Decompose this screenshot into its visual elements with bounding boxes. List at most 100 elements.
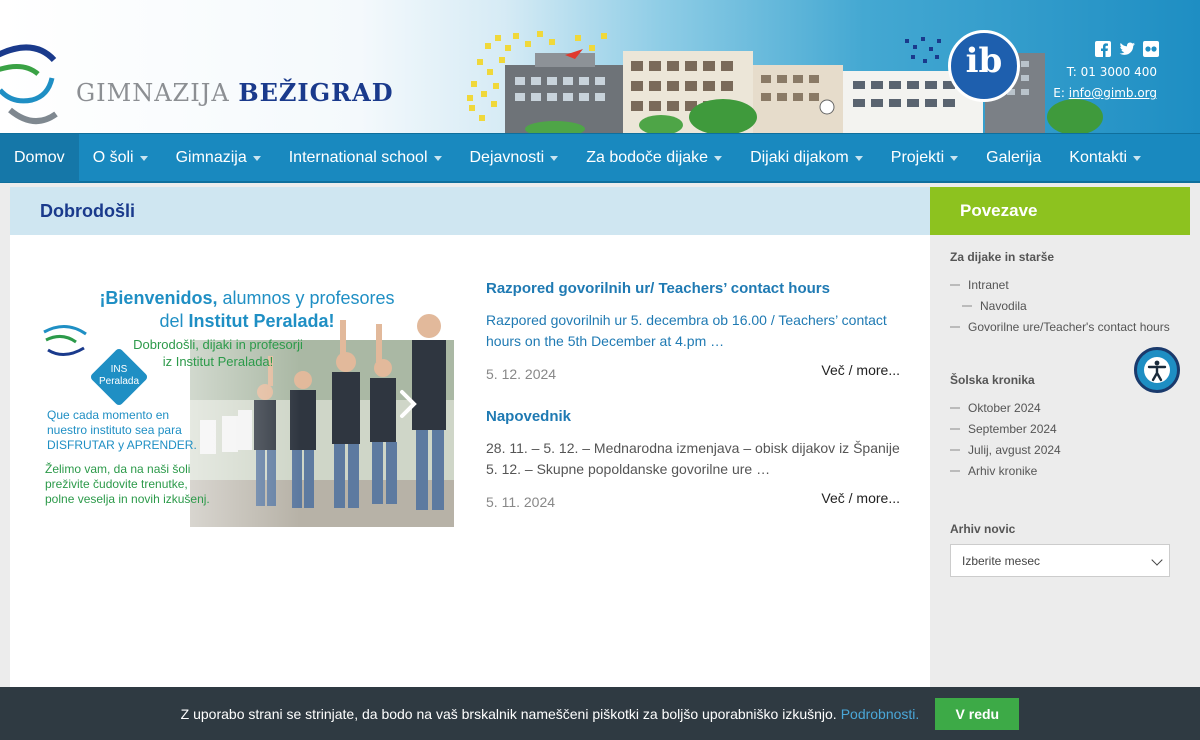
cookie-accept-button[interactable]: V redu — [935, 697, 1020, 730]
dash-icon — [950, 427, 960, 430]
facebook-icon[interactable] — [1095, 41, 1111, 57]
sidebar-link-label: September 2024 — [968, 422, 1057, 436]
dash-icon — [962, 304, 972, 307]
sidebar-link-label: Julij, avgust 2024 — [968, 443, 1061, 457]
slide-heading2-b: Institut Peralada! — [188, 311, 335, 331]
news-title-link[interactable]: Razpored govorilnih ur/ Teachers’ contac… — [486, 280, 900, 297]
news-excerpt: 28. 11. – 5. 12. – Mednarodna izmenjava … — [486, 440, 900, 477]
chevron-down-icon — [1133, 156, 1142, 161]
news-item: Napovednik 28. 11. – 5. 12. – Mednarodna… — [486, 408, 900, 514]
nav-item-label: Dejavnosti — [469, 148, 545, 166]
slide-subtitle-line1: Dobrodošli, dijaki in profesorji — [133, 337, 303, 352]
nav-item-label: Galerija — [986, 148, 1042, 166]
slide-es-line3: DISFRUTAR y APRENDER. — [47, 438, 197, 452]
school-logo-icon[interactable] — [0, 38, 62, 130]
read-more-link[interactable]: Več / more... — [821, 362, 900, 378]
news-date: 5. 12. 2024 — [486, 366, 557, 382]
image-slider[interactable]: ¡Bienvenidos, alumnos y profesores del I… — [40, 280, 454, 527]
news-title-link[interactable]: Napovednik — [486, 408, 900, 425]
chevron-down-icon — [252, 156, 261, 161]
news-excerpt: Razpored govorilnih ur 5. decembra ob 16… — [486, 312, 887, 349]
main-header-bar: Dobrodošli — [10, 187, 930, 235]
social-links — [1095, 41, 1159, 57]
accessibility-button[interactable] — [1134, 347, 1180, 393]
nav-item-label: Dijaki dijakom — [750, 148, 849, 166]
nav-item-gimnazija[interactable]: Gimnazija — [162, 134, 275, 182]
sidebar-link-navodila[interactable]: Navodila — [950, 296, 1170, 317]
sidebar-link-label: Oktober 2024 — [968, 401, 1041, 415]
sidebar-link-list: Oktober 2024 September 2024 Julij, avgus… — [950, 398, 1170, 482]
cookie-details-link[interactable]: Podrobnosti. — [841, 706, 920, 722]
sidebar-section-students: Za dijake in starše Intranet Navodila Go… — [930, 250, 1190, 338]
site-logo-text[interactable]: GIMNAZIJA BEŽIGRAD — [76, 78, 394, 107]
nav-item-label: Projekti — [890, 148, 945, 166]
chevron-down-icon — [854, 156, 863, 161]
twitter-icon[interactable] — [1119, 41, 1135, 57]
email-prefix: E: — [1053, 86, 1065, 100]
sidebar-link-govorilne-ure[interactable]: Govorilne ure/Teacher's contact hours — [950, 317, 1170, 338]
slide-sl-line3: polne veselja in novih izkušenj. — [45, 492, 210, 506]
contact-email: E: info@gimb.org — [1053, 86, 1157, 100]
slide-sl-line2: preživite čudovite trenutke, — [45, 477, 188, 491]
select-value: Izberite mesec — [962, 553, 1041, 568]
news-date: 5. 11. 2024 — [486, 494, 556, 510]
slide-es-line1: Que cada momento en — [47, 408, 170, 422]
page-title: Dobrodošli — [40, 200, 135, 221]
slide-heading-line2: del Institut Peralada! — [40, 311, 454, 332]
nav-item-za-bodoce-dijake[interactable]: Za bodoče dijake — [572, 134, 736, 182]
slide-heading-bold: ¡Bienvenidos, — [99, 288, 218, 308]
sidebar-link-oktober[interactable]: Oktober 2024 — [950, 398, 1170, 419]
main-content: Dobrodošli ¡Bienvenidos, alumnos y profe… — [10, 187, 930, 740]
sidebar-link-arhiv-kronike[interactable]: Arhiv kronike — [950, 461, 1170, 482]
nav-item-galerija[interactable]: Galerija — [972, 134, 1055, 182]
main-navigation: Domov O šoli Gimnazija International sch… — [0, 133, 1200, 183]
sidebar-link-label: Navodila — [980, 299, 1027, 313]
sidebar-link-label: Intranet — [968, 278, 1009, 292]
nav-item-dijaki-dijakom[interactable]: Dijaki dijakom — [736, 134, 877, 182]
sidebar-section-heading: Arhiv novic — [950, 522, 1016, 536]
site-header: GIMNAZIJA BEŽIGRAD ib T: 01 3000 400 E: … — [0, 0, 1200, 133]
slide-heading-line1: ¡Bienvenidos, alumnos y profesores — [40, 288, 454, 309]
nav-item-projekti[interactable]: Projekti — [877, 134, 972, 182]
chevron-down-icon — [714, 156, 723, 161]
sidebar-link-label: Arhiv kronike — [968, 464, 1038, 478]
dash-icon — [950, 469, 960, 472]
sidebar-section-heading: Za dijake in starše — [950, 250, 1055, 264]
accessibility-icon — [1144, 357, 1170, 383]
nav-item-kontakti[interactable]: Kontakti — [1055, 134, 1155, 182]
nav-item-label: International school — [288, 148, 428, 166]
sidebar-header: Povezave — [930, 187, 1190, 235]
nav-item-label: Domov — [14, 148, 65, 166]
slide-slovene-text: Želimo vam, da na naši šoli preživite ču… — [45, 462, 235, 507]
month-archive-select[interactable]: Izberite mesec — [950, 544, 1170, 577]
sidebar-link-label: Govorilne ure/Teacher's contact hours — [968, 320, 1170, 334]
news-meta: 5. 12. 2024 Več / more... — [486, 362, 900, 386]
news-meta: 5. 11. 2024 Več / more... — [486, 490, 900, 514]
sidebar: Povezave Za dijake in starše Intranet Na… — [930, 187, 1190, 740]
sidebar-title: Povezave — [960, 201, 1038, 220]
sidebar-link-september[interactable]: September 2024 — [950, 419, 1170, 440]
cookie-consent-bar: Z uporabo strani se strinjate, da bodo n… — [0, 687, 1200, 740]
dash-icon — [950, 283, 960, 286]
sidebar-link-intranet[interactable]: Intranet — [950, 275, 1170, 296]
dash-icon — [950, 448, 960, 451]
cookie-message: Z uporabo strani se strinjate, da bodo n… — [180, 705, 837, 722]
flickr-icon[interactable] — [1143, 41, 1159, 57]
nav-item-dejavnosti[interactable]: Dejavnosti — [456, 134, 573, 182]
slide-sl-line1: Želimo vam, da na naši šoli — [45, 462, 191, 476]
ib-world-school-logo[interactable]: ib — [948, 30, 1020, 102]
email-link[interactable]: info@gimb.org — [1069, 86, 1157, 100]
logo-text-part1: GIMNAZIJA — [76, 79, 230, 107]
nav-item-label: Kontakti — [1069, 148, 1128, 166]
slider-next-icon[interactable] — [396, 388, 420, 420]
sidebar-link-julij-avgust[interactable]: Julij, avgust 2024 — [950, 440, 1170, 461]
read-more-link[interactable]: Več / more... — [821, 490, 900, 506]
slide-subtitle-line2: iz Institut Peralada! — [162, 354, 274, 369]
peralada-badge-text: INS Peralada — [96, 364, 142, 388]
nav-item-international-school[interactable]: International school — [275, 134, 456, 182]
nav-item-o-soli[interactable]: O šoli — [79, 134, 162, 182]
news-item: Razpored govorilnih ur/ Teachers’ contac… — [486, 280, 900, 386]
nav-item-domov[interactable]: Domov — [0, 133, 79, 182]
ib-logo-letters: ib — [965, 41, 1003, 81]
logo-text-part2: BEŽIGRAD — [238, 78, 394, 107]
